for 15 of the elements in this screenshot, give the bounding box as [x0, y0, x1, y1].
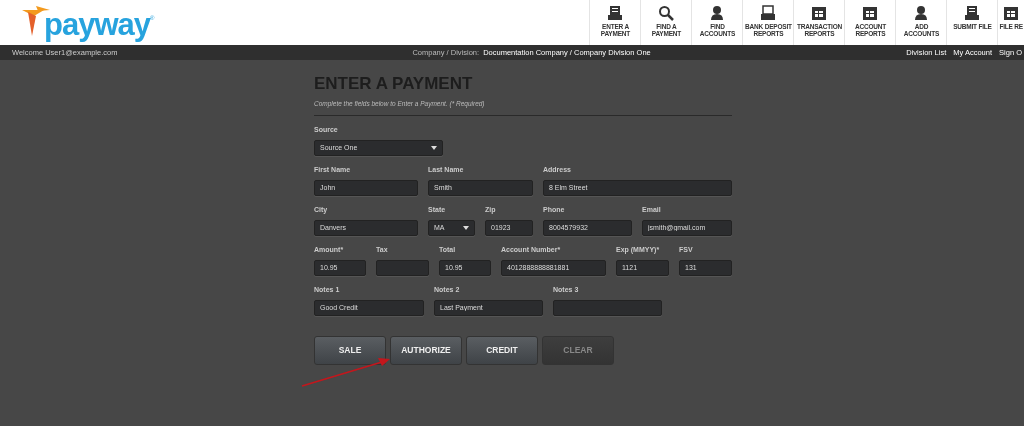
- action-button[interactable]: CREDIT: [466, 335, 538, 365]
- calendar-icon: [811, 5, 828, 21]
- logo-text: payway: [44, 10, 150, 40]
- action-button[interactable]: SALE: [314, 335, 386, 365]
- calendar-icon: [862, 5, 879, 21]
- input-field[interactable]: [376, 259, 429, 276]
- search-icon: [658, 5, 675, 21]
- action-button[interactable]: AUTHORIZE: [390, 335, 462, 365]
- tray-icon: [760, 5, 777, 21]
- input-field[interactable]: [553, 299, 662, 316]
- printer-icon: [964, 5, 981, 21]
- calendar-icon: [1003, 5, 1020, 21]
- printer-icon: [607, 5, 624, 21]
- person-icon: [913, 5, 930, 21]
- person-icon: [709, 5, 726, 21]
